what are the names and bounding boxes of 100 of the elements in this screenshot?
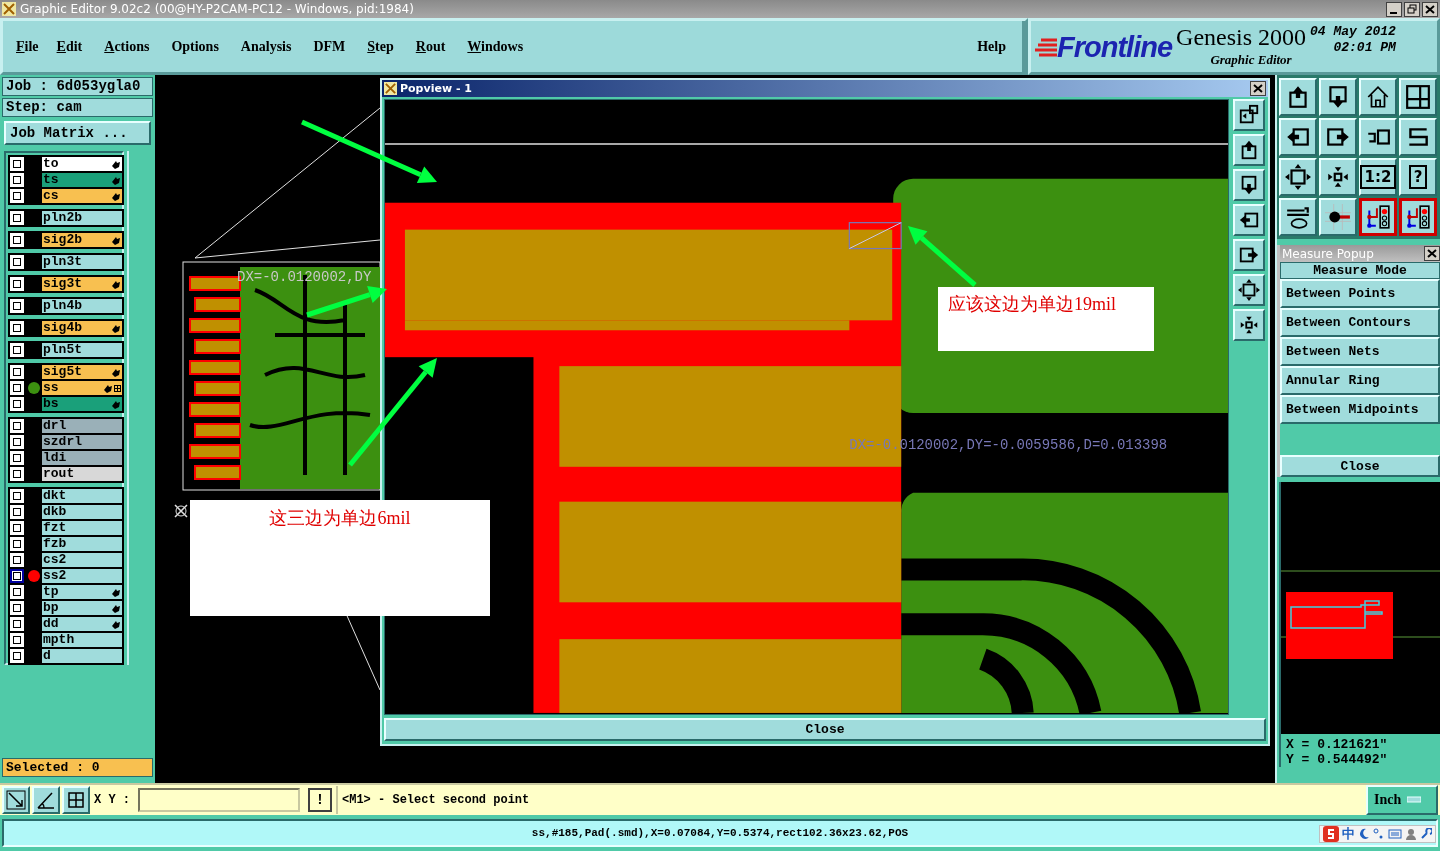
view-button[interactable] <box>1233 169 1265 202</box>
layer-name[interactable]: cs2 <box>42 553 122 567</box>
app-icon <box>2 2 16 16</box>
job-matrix-button[interactable]: Job Matrix ... <box>4 121 151 145</box>
layer-name[interactable]: cs <box>42 189 122 203</box>
selected-count: Selected : 0 <box>2 758 153 777</box>
mode-button[interactable]: Between Contours <box>1280 308 1440 337</box>
product-name: Genesis 2000 <box>1176 24 1307 50</box>
layer-name[interactable]: bp <box>42 601 122 615</box>
mode-button[interactable]: Between Midpoints <box>1280 395 1440 424</box>
help-menu[interactable]: Help <box>963 21 1025 72</box>
angle-icon <box>36 790 56 810</box>
view-button[interactable] <box>1233 99 1265 132</box>
layer-name[interactable]: d <box>42 649 122 663</box>
input-method-icon[interactable] <box>1323 826 1339 842</box>
grid-icon <box>66 790 86 810</box>
layer-name[interactable]: mpth <box>42 633 122 647</box>
layer-name[interactable]: dkt <box>42 489 122 503</box>
layer-name[interactable]: ss <box>42 381 122 395</box>
view-button[interactable] <box>1233 239 1265 272</box>
date-text: 04 May 2012 <box>1310 24 1396 40</box>
layer-name[interactable]: sig2b <box>42 233 122 247</box>
tool-button[interactable]: 1:2 <box>1359 158 1397 196</box>
layer-name[interactable]: sig4b <box>42 321 122 335</box>
contract-arrows-icon <box>1325 164 1351 190</box>
house-icon <box>1365 84 1391 110</box>
ime-mode[interactable]: 中 <box>1342 827 1355 841</box>
layer-name[interactable]: bs <box>42 397 122 411</box>
mode-button[interactable]: Annular Ring <box>1280 366 1440 395</box>
tool-label: ? <box>1408 165 1428 189</box>
close-icon[interactable] <box>1424 246 1440 261</box>
annotation-note: 这三边为单边6mil <box>190 500 490 616</box>
mode-button[interactable]: Between Points <box>1280 279 1440 308</box>
layer-name[interactable]: ts <box>42 173 122 187</box>
grid-button[interactable] <box>62 786 90 814</box>
layer-name[interactable]: fzb <box>42 537 122 551</box>
probe-icon <box>1325 204 1351 230</box>
close-icon[interactable] <box>1250 81 1266 96</box>
expand-arrows-icon <box>1285 164 1311 190</box>
pen-palette-icon <box>1285 204 1311 230</box>
view-button[interactable] <box>1233 134 1265 167</box>
user-icon[interactable] <box>1405 828 1417 840</box>
minimize-icon[interactable] <box>1386 1 1402 17</box>
layer-name[interactable]: dd <box>42 617 122 631</box>
tool-button[interactable] <box>1359 198 1397 236</box>
layer-button[interactable] <box>10 569 24 583</box>
tool-button[interactable]: ? <box>1399 158 1437 196</box>
layer-name[interactable]: ss2 <box>42 569 122 583</box>
menu-item[interactable]: Options <box>171 38 219 55</box>
close-button[interactable]: Close <box>384 718 1266 741</box>
punctuation-icon[interactable] <box>1373 828 1385 840</box>
menu-item[interactable]: File <box>16 38 39 55</box>
layer-name[interactable]: sig3t <box>42 277 122 291</box>
menu-item[interactable]: Edit <box>56 38 83 55</box>
layer-name[interactable]: pln4b <box>42 299 122 313</box>
layer-name[interactable]: fzt <box>42 521 122 535</box>
menu-item[interactable]: Actions <box>104 38 150 55</box>
brand-logo: Frontline <box>1057 31 1173 64</box>
layer-name[interactable]: pln2b <box>42 211 122 225</box>
layer-name[interactable]: tp <box>42 585 122 599</box>
tool-button[interactable] <box>1399 198 1437 236</box>
menu-item[interactable]: Analysis <box>240 38 292 55</box>
coordinate-input[interactable] <box>138 788 300 812</box>
wrench-icon[interactable] <box>1420 828 1432 840</box>
layer-name[interactable]: sig5t <box>42 365 122 379</box>
menu-item[interactable]: DFM <box>313 38 346 55</box>
speed-stripes-icon <box>1035 36 1057 59</box>
mode-button[interactable]: Between Nets <box>1280 337 1440 366</box>
keyboard-icon[interactable] <box>1388 828 1402 840</box>
layer-name[interactable]: ldi <box>42 451 122 465</box>
menu-item[interactable]: Step <box>367 38 394 55</box>
menu-item[interactable]: Rout <box>415 38 446 55</box>
close-icon[interactable] <box>1422 1 1438 17</box>
dropdown-icon <box>1407 796 1422 804</box>
x-coordinate: X = 0.121621" <box>1286 737 1389 752</box>
layer-name[interactable]: to <box>42 157 122 171</box>
net-lights-icon <box>1365 204 1391 230</box>
layer-name[interactable]: drl <box>42 419 122 433</box>
draw-line-button[interactable] <box>2 786 30 814</box>
view-button[interactable] <box>1233 204 1265 237</box>
close-button[interactable]: Close <box>1280 455 1440 477</box>
popup-title: Popview - 1 <box>400 82 473 95</box>
tool-label: 1:2 <box>1359 165 1397 189</box>
menu-item[interactable]: Windows <box>467 38 524 55</box>
restore-icon[interactable] <box>1404 1 1420 17</box>
layer-name[interactable]: dkb <box>42 505 122 519</box>
moon-icon[interactable] <box>1358 828 1370 840</box>
angle-button[interactable] <box>32 786 60 814</box>
window-grid-icon <box>1405 84 1431 110</box>
app-icon <box>384 82 397 95</box>
window-title: Graphic Editor 9.02c2 (00@HY-P2CAM-PC12 - Windows, pid:1984) <box>20 2 415 16</box>
units-dropdown[interactable]: Inch <box>1366 785 1438 815</box>
layer-name[interactable]: pln3t <box>42 255 122 269</box>
layer-name[interactable]: pln5t <box>42 343 122 357</box>
layer-name[interactable]: rout <box>42 467 122 481</box>
view-button[interactable] <box>1233 274 1265 307</box>
view-button[interactable] <box>1233 309 1265 342</box>
time-text: 02:01 PM <box>1333 40 1396 56</box>
layer-name[interactable]: szdrl <box>42 435 122 449</box>
alert-button[interactable]: ! <box>308 788 332 812</box>
